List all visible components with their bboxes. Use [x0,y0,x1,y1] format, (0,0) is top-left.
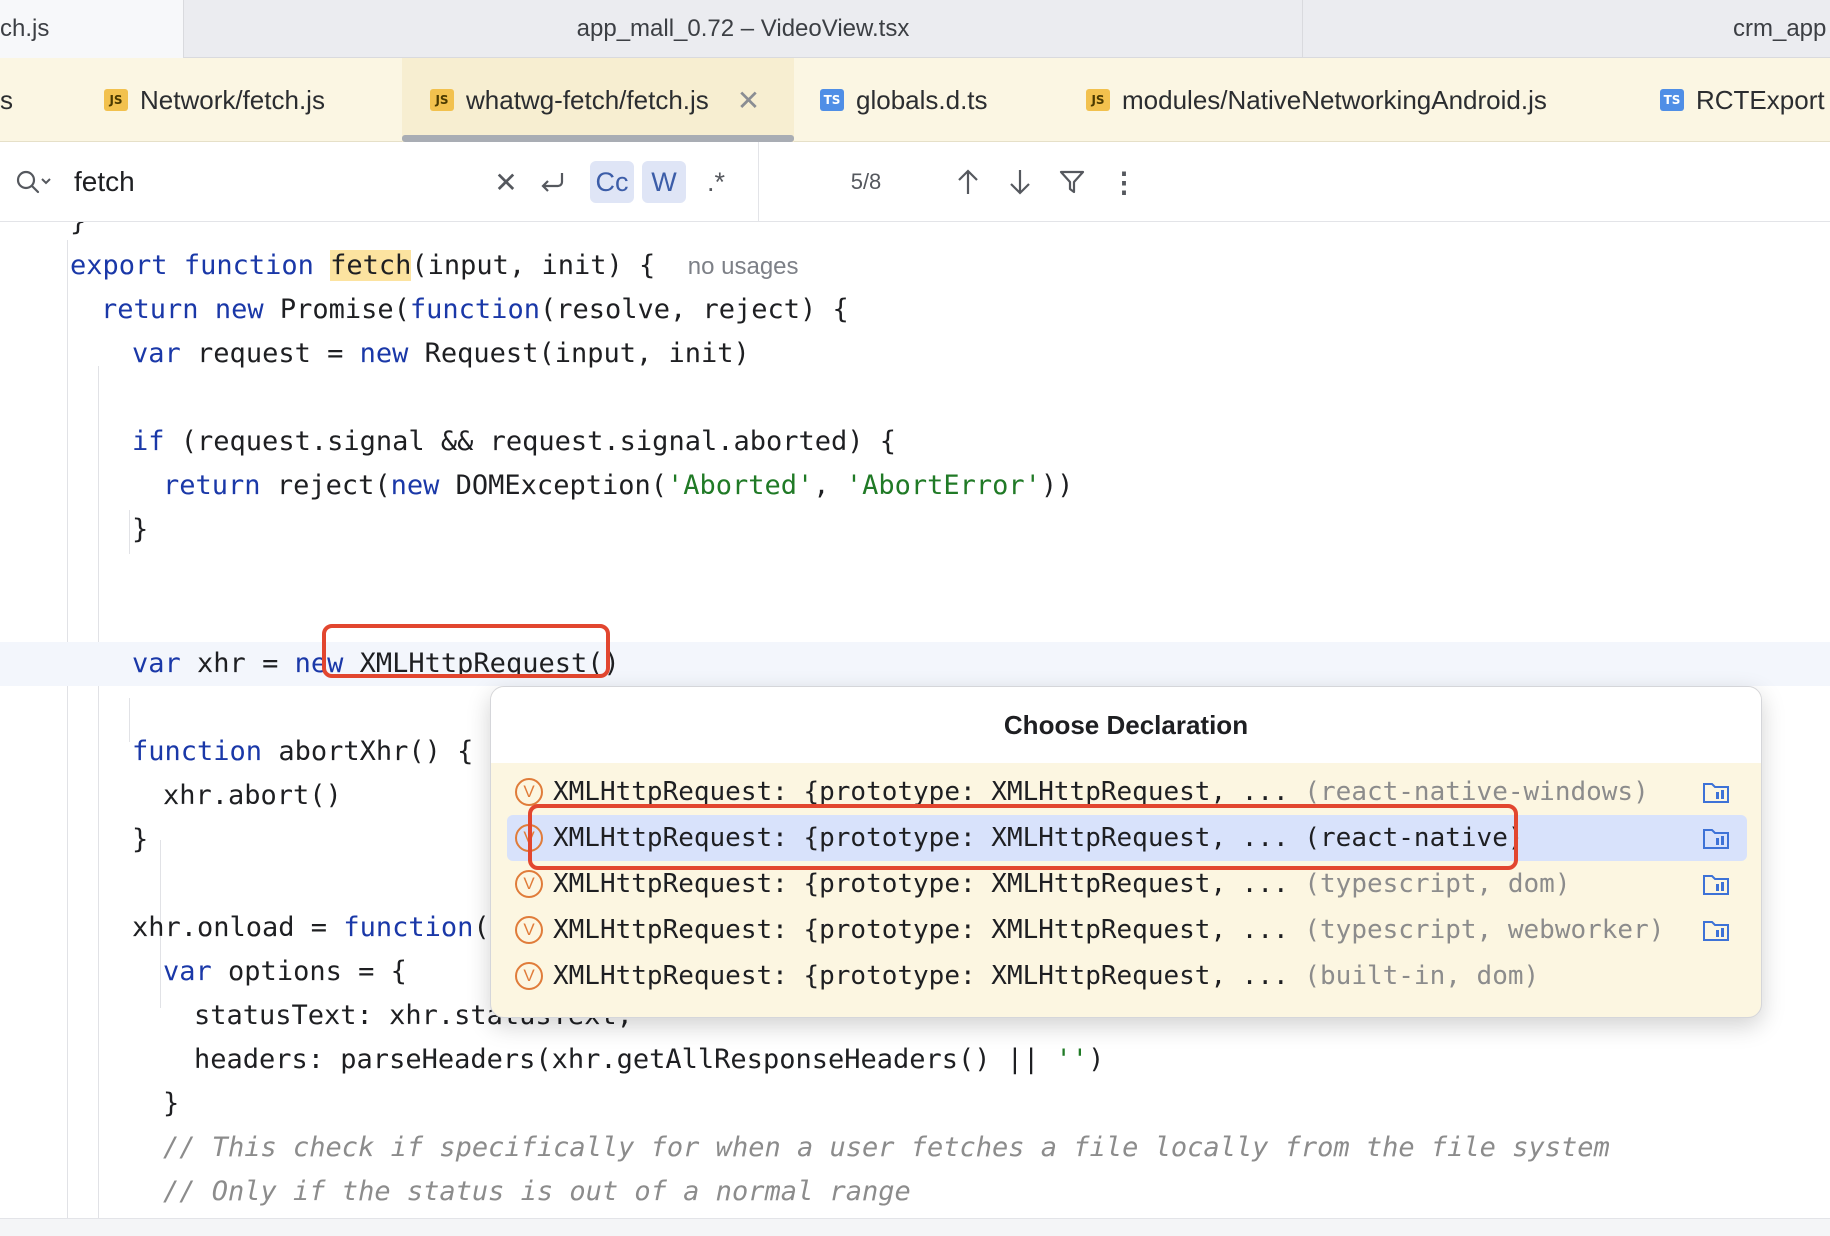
whole-words-label: W [642,161,686,203]
code-comment: // This check if specifically for when a… [163,1132,1610,1163]
declaration-text: XMLHttpRequest: {prototype: XMLHttpReque… [553,961,1305,991]
code-line: // This check if specifically for when a… [0,1126,1830,1170]
editor-tab-network-fetch[interactable]: JS Network/fetch.js [104,58,325,142]
library-folder-icon [1703,829,1729,849]
code-line: } [163,1088,180,1119]
code-line: if (request.signal && request.signal.abo… [132,426,897,457]
new-line-icon[interactable] [530,142,576,222]
editor-tab-native-networking[interactable]: JS modules/NativeNetworkingAndroid.js [1086,58,1547,142]
editor-tab-label: RCTExport [1696,84,1825,115]
search-match-highlight: fetch [330,250,412,281]
window-tab-left[interactable]: ch.js [0,0,184,58]
editor-tab-label: Network/fetch.js [140,84,325,115]
editor-tab-label: s [0,84,13,115]
variable-icon: V [515,778,543,806]
window-tab-bar: ch.js app_mall_0.72 – VideoView.tsx crm_… [0,0,1830,58]
declaration-option-typescript-webworker[interactable]: V XMLHttpRequest: {prototype: XMLHttpReq… [507,907,1747,953]
regex-toggle[interactable]: .* [694,142,738,222]
declaration-text: XMLHttpRequest: {prototype: XMLHttpReque… [553,915,1305,945]
next-occurrence-icon[interactable] [1000,142,1040,222]
editor-breadcrumb-strip [0,1218,1830,1236]
whole-words-toggle[interactable]: W [642,161,686,203]
code-line: var request = new Request(input, init) [132,338,750,369]
library-folder-icon [1703,875,1729,895]
editor-tab-globals-dts[interactable]: TS globals.d.ts [820,58,988,142]
code-line-current: var xhr = new XMLHttpRequest() [0,642,1830,686]
js-file-icon: JS [1086,89,1110,111]
code-line: return reject(new DOMException('Aborted'… [163,470,1074,501]
code-line: } [0,222,1830,244]
editor-tab-whatwg-fetch[interactable]: JS whatwg-fetch/fetch.js ✕ [402,58,794,142]
declaration-option-built-in-dom[interactable]: V XMLHttpRequest: {prototype: XMLHttpReq… [507,953,1747,999]
declaration-text: XMLHttpRequest: {prototype: XMLHttpReque… [553,777,1305,807]
declaration-origin: (built-in, dom) [1304,961,1540,991]
declaration-origin: (react-native-windows) [1304,777,1649,807]
editor-tab-rctexport[interactable]: TS RCTExport [1660,58,1825,142]
code-line: headers: parseHeaders(xhr.getAllResponse… [194,1044,1105,1075]
declaration-origin: (typescript, dom) [1304,869,1571,899]
variable-icon: V [515,870,543,898]
match-case-label: Cc [590,161,634,203]
code-line: return new Promise(function(resolve, rej… [101,294,849,325]
declaration-text: XMLHttpRequest: {prototype: XMLHttpReque… [553,869,1305,899]
code-comment: // Only if the status is out of a normal… [163,1176,911,1207]
usages-hint[interactable]: no usages [688,253,799,280]
window-tab-active[interactable]: app_mall_0.72 – VideoView.tsx [184,0,1302,58]
code-line: } [132,514,149,545]
popup-title: Choose Declaration [491,687,1761,763]
variable-icon: V [515,962,543,990]
editor-tab-label: whatwg-fetch/fetch.js [466,84,709,115]
ts-file-icon: TS [820,89,844,111]
editor-tab-partial[interactable]: s [0,58,13,142]
search-input[interactable] [74,158,474,206]
code-line: // Only if the status is out of a normal… [0,1170,1830,1214]
editor-tab-label: globals.d.ts [856,84,988,115]
library-folder-icon [1703,783,1729,803]
window-tab-right[interactable]: crm_app [1302,0,1830,58]
match-count-text: 5/8 [850,169,882,194]
toolbar-divider [758,142,759,222]
annotation-box-selected-declaration [528,804,1518,870]
find-toolbar: ✕ Cc W .* 5/8 ⋮ [0,142,1830,222]
active-tab-indicator [402,135,794,142]
annotation-box-constructor [322,624,610,678]
library-folder-icon [1703,921,1729,941]
js-file-icon: JS [104,89,128,111]
js-file-icon: JS [430,89,454,111]
editor-tab-label: modules/NativeNetworkingAndroid.js [1122,84,1547,115]
editor-tab-bar: s JS Network/fetch.js JS whatwg-fetch/fe… [0,58,1830,142]
match-count: 5/8 [836,142,896,222]
code-line: export function fetch(input, init) { no … [70,250,799,281]
match-case-toggle[interactable]: Cc [590,161,634,203]
ts-file-icon: TS [1660,89,1684,111]
previous-occurrence-icon[interactable] [948,142,988,222]
declaration-origin: (typescript, webworker) [1304,915,1665,945]
search-history-icon[interactable] [8,142,58,222]
more-options-icon[interactable]: ⋮ [1104,142,1144,222]
clear-search-icon[interactable]: ✕ [486,142,526,222]
close-tab-icon[interactable]: ✕ [737,84,760,117]
variable-icon: V [515,916,543,944]
filter-icon[interactable] [1052,142,1092,222]
